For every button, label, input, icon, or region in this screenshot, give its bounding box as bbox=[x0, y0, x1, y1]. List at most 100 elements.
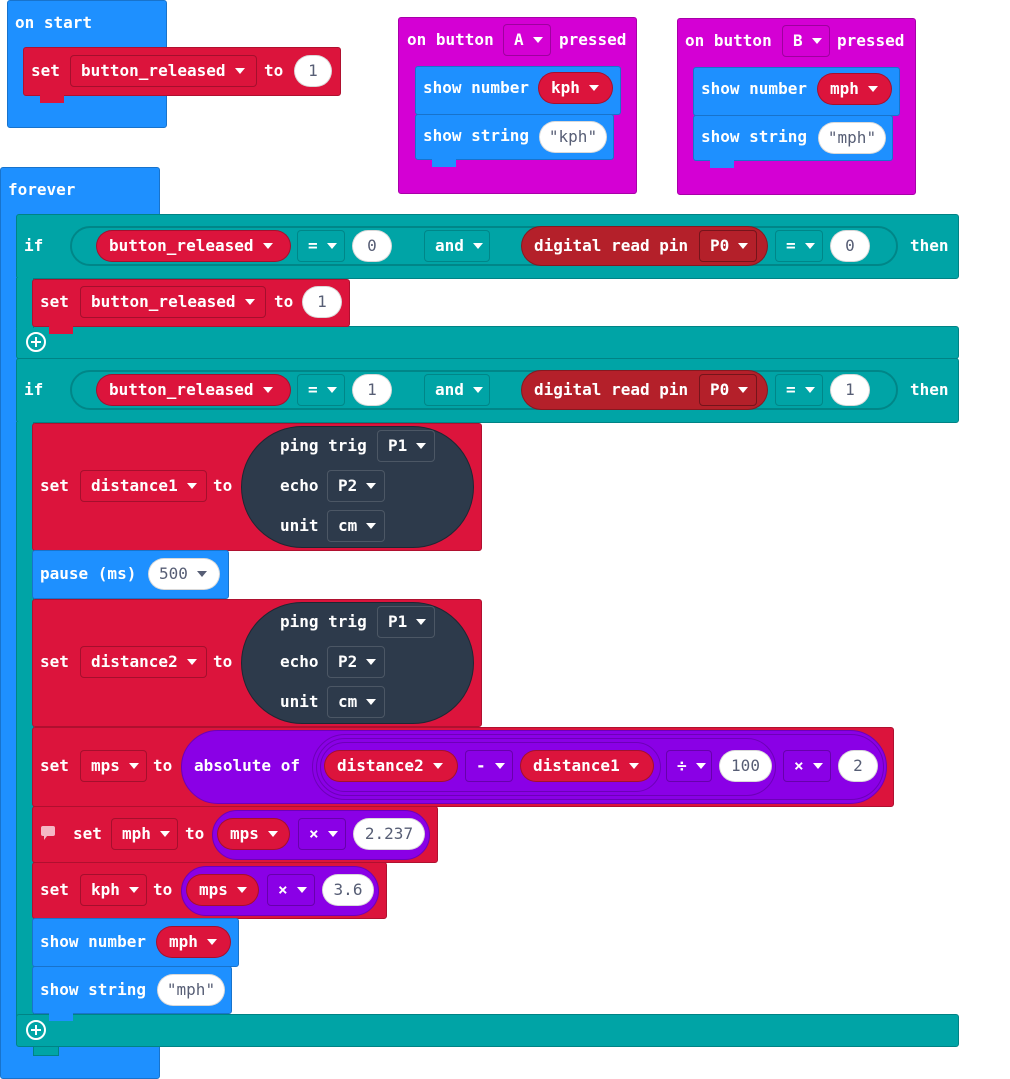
if-label: if bbox=[24, 380, 44, 399]
echo-pin-dropdown[interactable]: P2 bbox=[327, 470, 385, 502]
pin-dropdown[interactable]: P0 bbox=[699, 230, 757, 262]
show-string-label: show string bbox=[40, 980, 146, 999]
pause-value: 500 bbox=[159, 564, 188, 583]
variable-dropdown[interactable]: kph bbox=[80, 874, 147, 906]
number-input[interactable]: 0 bbox=[830, 230, 870, 262]
operator-dropdown[interactable]: = bbox=[297, 374, 345, 406]
comment-icon[interactable] bbox=[41, 826, 55, 840]
button-b-dropdown[interactable]: B bbox=[782, 25, 830, 57]
variable-pill[interactable]: distance1 bbox=[520, 750, 654, 782]
pause-input[interactable]: 500 bbox=[148, 558, 220, 590]
string-input[interactable]: "kph" bbox=[539, 121, 607, 153]
and-dropdown[interactable]: and bbox=[424, 374, 490, 406]
variable-pill[interactable]: mph bbox=[817, 73, 892, 105]
operator: ÷ bbox=[677, 756, 687, 775]
then-label: then bbox=[910, 380, 949, 399]
number-input[interactable]: 2.237 bbox=[353, 818, 425, 850]
block-notch bbox=[432, 159, 456, 167]
caret-down-icon bbox=[206, 939, 217, 945]
variable-dropdown[interactable]: button_released bbox=[80, 286, 266, 318]
number-input[interactable]: 100 bbox=[719, 750, 772, 782]
variable-dropdown[interactable]: distance2 bbox=[80, 646, 207, 678]
to-label: to bbox=[153, 756, 173, 775]
then-label: then bbox=[910, 236, 949, 255]
operator-dropdown[interactable]: × bbox=[267, 874, 315, 906]
variable-pill[interactable]: distance2 bbox=[324, 750, 458, 782]
operator-dropdown[interactable]: = bbox=[297, 230, 345, 262]
variable-pill[interactable]: mps bbox=[217, 818, 290, 850]
operator-dropdown[interactable]: ÷ bbox=[666, 750, 712, 782]
ping-label: ping trig bbox=[280, 612, 367, 631]
variable-dropdown[interactable]: button_released bbox=[70, 55, 257, 87]
unit-label: unit bbox=[280, 516, 319, 535]
on-start-label: on start bbox=[15, 13, 93, 32]
operator-dropdown[interactable]: × bbox=[783, 750, 831, 782]
variable-pill[interactable]: button_released bbox=[96, 230, 291, 262]
caret-down-icon bbox=[804, 387, 815, 393]
trig-pin-dropdown[interactable]: P1 bbox=[377, 430, 435, 462]
and-dropdown[interactable]: and bbox=[424, 230, 490, 262]
string-input[interactable]: "mph" bbox=[157, 974, 225, 1006]
caret-down-icon bbox=[296, 887, 307, 893]
variable-name: distance2 bbox=[91, 652, 178, 671]
pressed-label: pressed bbox=[837, 31, 905, 50]
echo-pin-dropdown[interactable]: P2 bbox=[327, 646, 385, 678]
digital-read-label: digital read pin bbox=[534, 380, 689, 399]
caret-down-icon bbox=[588, 85, 599, 91]
add-icon[interactable] bbox=[26, 332, 46, 352]
set-label: set bbox=[40, 880, 69, 899]
echo-label: echo bbox=[280, 476, 319, 495]
operator-dropdown[interactable]: × bbox=[298, 818, 346, 850]
number-input[interactable]: 0 bbox=[352, 230, 392, 262]
block-notch bbox=[49, 1013, 73, 1021]
number-input[interactable]: 1 bbox=[294, 55, 332, 87]
show-number-label: show number bbox=[701, 79, 807, 98]
pin-dropdown[interactable]: P0 bbox=[699, 374, 757, 406]
caret-down-icon bbox=[472, 387, 483, 393]
pressed-label: pressed bbox=[559, 30, 627, 49]
to-label: to bbox=[213, 652, 233, 671]
variable-pill[interactable]: button_released bbox=[96, 374, 291, 406]
caret-down-icon bbox=[186, 659, 197, 665]
variable-dropdown[interactable]: distance1 bbox=[80, 470, 207, 502]
variable-pill[interactable]: mps bbox=[186, 874, 259, 906]
caret-down-icon bbox=[366, 483, 377, 489]
operator: - bbox=[476, 756, 486, 775]
number-input[interactable]: 1 bbox=[302, 286, 342, 318]
variable-pill[interactable]: kph bbox=[538, 72, 613, 104]
number-input[interactable]: 3.6 bbox=[322, 874, 374, 906]
trig-pin-dropdown[interactable]: P1 bbox=[377, 606, 435, 638]
operator: × bbox=[794, 756, 804, 775]
caret-down-icon bbox=[738, 387, 749, 393]
caret-down-icon bbox=[186, 483, 197, 489]
operator-dropdown[interactable]: - bbox=[465, 750, 513, 782]
variable-dropdown[interactable]: mps bbox=[80, 750, 147, 782]
unit-dropdown[interactable]: cm bbox=[327, 686, 385, 718]
block-notch bbox=[40, 95, 64, 103]
to-label: to bbox=[213, 476, 233, 495]
caret-down-icon bbox=[159, 831, 170, 837]
caret-down-icon bbox=[128, 887, 139, 893]
button-a-dropdown[interactable]: A bbox=[503, 24, 551, 56]
caret-down-icon bbox=[128, 763, 139, 769]
operator: × bbox=[278, 880, 288, 899]
block-notch bbox=[710, 160, 734, 168]
variable-name: mps bbox=[91, 756, 120, 775]
number-input[interactable]: 2 bbox=[838, 750, 878, 782]
variable-dropdown[interactable]: mph bbox=[111, 818, 178, 850]
variable-name: mph bbox=[830, 79, 859, 98]
unit-name: cm bbox=[338, 516, 358, 535]
show-number-label: show number bbox=[423, 78, 529, 97]
operator-dropdown[interactable]: = bbox=[775, 374, 823, 406]
number-input[interactable]: 1 bbox=[830, 374, 870, 406]
to-label: to bbox=[185, 824, 205, 843]
unit-dropdown[interactable]: cm bbox=[327, 510, 385, 542]
pin-name: P1 bbox=[388, 436, 408, 455]
pin-name: P1 bbox=[388, 612, 408, 631]
operator-dropdown[interactable]: = bbox=[775, 230, 823, 262]
string-input[interactable]: "mph" bbox=[818, 122, 886, 154]
number-input[interactable]: 1 bbox=[352, 374, 392, 406]
add-icon[interactable] bbox=[26, 1020, 46, 1040]
logic-op: and bbox=[435, 380, 464, 399]
variable-pill[interactable]: mph bbox=[156, 926, 231, 958]
